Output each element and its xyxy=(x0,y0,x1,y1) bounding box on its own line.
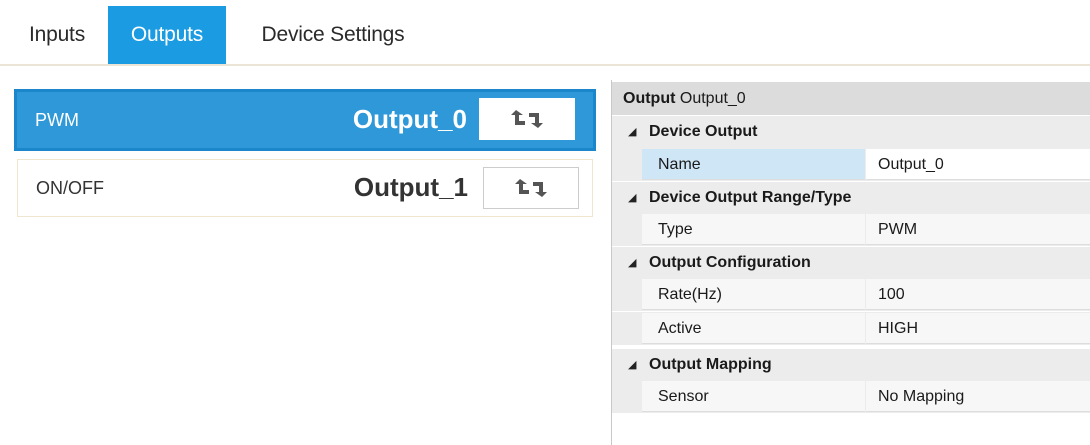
tab-device-settings[interactable]: Device Settings xyxy=(232,6,434,64)
output-row-output-1[interactable]: ON/OFF Output_1 xyxy=(17,159,593,217)
property-value-sensor[interactable]: No Mapping xyxy=(866,381,1090,412)
property-value-active[interactable]: HIGH xyxy=(866,313,1090,344)
category-label: Device Output Range/Type xyxy=(649,189,852,206)
property-row-active: Active HIGH xyxy=(612,312,1090,345)
property-name[interactable]: Type xyxy=(642,214,865,245)
property-grid-header: Output Output_0 xyxy=(612,82,1090,115)
output-name-label: Output_0 xyxy=(352,104,467,134)
category-device-output[interactable]: ◢ Device Output xyxy=(612,116,1090,148)
refresh-button[interactable] xyxy=(483,167,579,209)
property-name[interactable]: Rate(Hz) xyxy=(642,279,865,310)
collapse-triangle-icon[interactable]: ◢ xyxy=(628,247,636,279)
tab-inputs[interactable]: Inputs xyxy=(8,6,106,64)
property-value-rate[interactable]: 100 xyxy=(866,279,1090,310)
category-output-configuration[interactable]: ◢ Output Configuration xyxy=(612,247,1090,279)
category-output-mapping[interactable]: ◢ Output Mapping xyxy=(612,349,1090,381)
collapse-triangle-icon[interactable]: ◢ xyxy=(628,349,636,381)
category-label: Output Mapping xyxy=(649,356,772,373)
property-row-name: Name Output_0 xyxy=(612,148,1090,181)
refresh-icon xyxy=(511,110,543,128)
property-header-prefix: Output xyxy=(623,90,676,107)
property-name[interactable]: Sensor xyxy=(642,381,865,412)
refresh-button[interactable] xyxy=(479,98,575,140)
tab-outputs[interactable]: Outputs xyxy=(108,6,226,64)
property-row-sensor: Sensor No Mapping xyxy=(612,380,1090,413)
tab-bar: Inputs Outputs Device Settings xyxy=(0,0,1090,66)
category-label: Output Configuration xyxy=(649,254,811,271)
output-row-output-0[interactable]: PWM Output_0 xyxy=(14,89,596,151)
property-value-type[interactable]: PWM xyxy=(866,214,1090,245)
collapse-triangle-icon[interactable]: ◢ xyxy=(628,116,636,148)
property-header-name: Output_0 xyxy=(679,90,746,107)
tab-divider xyxy=(0,64,1090,66)
collapse-triangle-icon[interactable]: ◢ xyxy=(628,182,636,214)
refresh-icon xyxy=(515,179,547,197)
output-type-label: ON/OFF xyxy=(36,178,104,198)
property-name[interactable]: Active xyxy=(642,313,865,344)
property-name[interactable]: Name xyxy=(642,149,865,180)
category-label: Device Output xyxy=(649,123,758,140)
property-row-rate: Rate(Hz) 100 xyxy=(612,278,1090,311)
property-value-name[interactable]: Output_0 xyxy=(866,149,1090,180)
output-name-label: Output_1 xyxy=(353,172,468,202)
output-type-label: PWM xyxy=(35,110,79,130)
property-row-type: Type PWM xyxy=(612,213,1090,246)
category-device-output-range-type[interactable]: ◢ Device Output Range/Type xyxy=(612,182,1090,214)
property-grid: Output Output_0 ◢ Device Output Name Out… xyxy=(611,80,1090,445)
